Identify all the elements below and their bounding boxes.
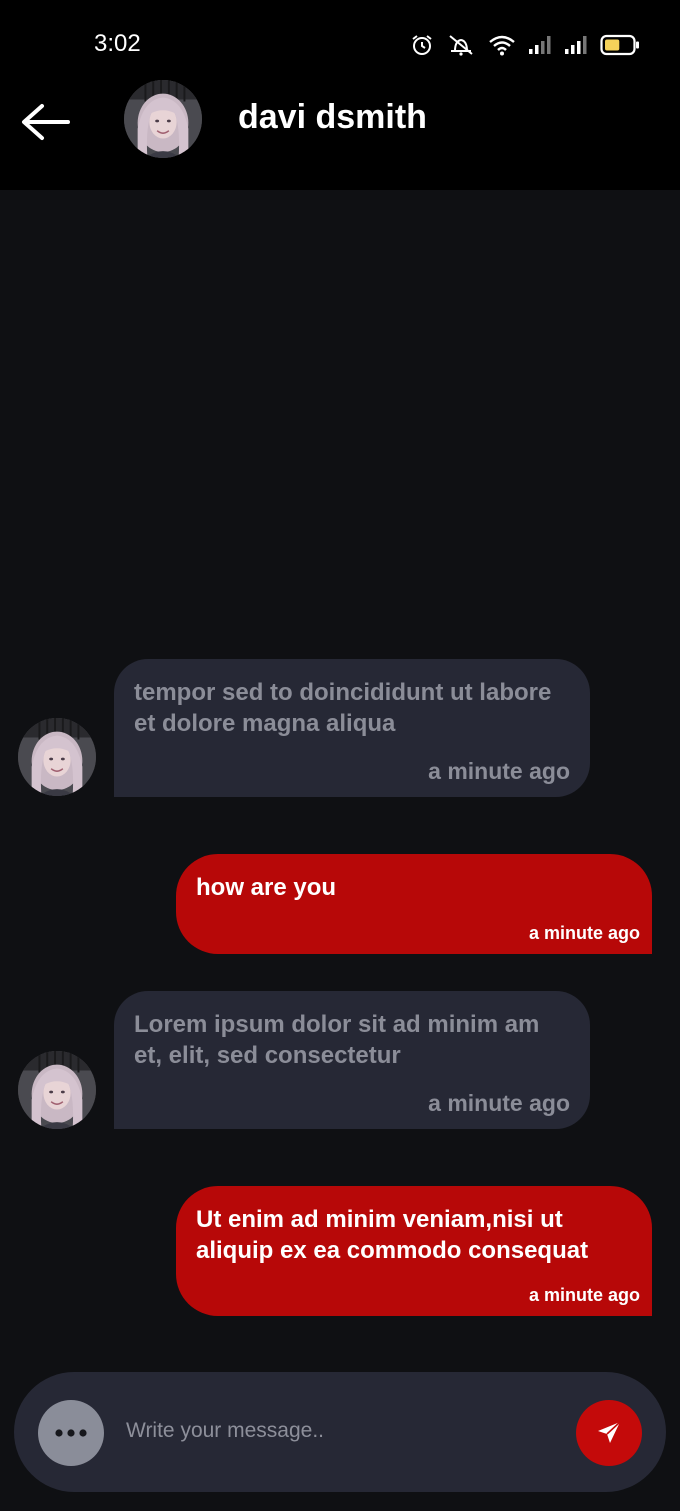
battery-icon bbox=[600, 34, 639, 56]
status-icons bbox=[410, 30, 640, 60]
message-text: Ut enim ad minim veniam,nisi ut aliquip … bbox=[196, 1206, 589, 1264]
signal-icon bbox=[529, 36, 551, 54]
back-button[interactable] bbox=[18, 96, 74, 144]
message-text: Lorem ipsum dolor sit ad minim am et, el… bbox=[134, 1011, 540, 1069]
message-bubble-incoming[interactable]: tempor sed to doincididunt ut labore et … bbox=[114, 659, 590, 797]
arrow-left-icon bbox=[22, 104, 70, 140]
message-bubble-incoming[interactable]: Lorem ipsum dolor sit ad minim am et, el… bbox=[114, 991, 590, 1129]
send-button[interactable] bbox=[576, 1400, 642, 1466]
message-bubble-outgoing[interactable]: Ut enim ad minim veniam,nisi ut aliquip … bbox=[176, 1186, 652, 1316]
message-time: a minute ago bbox=[528, 1285, 640, 1305]
message-text: tempor sed to doincididunt ut labore et … bbox=[134, 679, 552, 737]
chat-header: davi dsmith bbox=[0, 80, 680, 190]
sender-avatar[interactable] bbox=[18, 718, 96, 796]
message-text: how are you bbox=[196, 874, 337, 901]
message-composer bbox=[14, 1372, 666, 1492]
message-bubble-outgoing[interactable]: how are you a minute ago bbox=[176, 854, 652, 954]
message-time: a minute ago bbox=[428, 1090, 570, 1116]
message-time: a minute ago bbox=[528, 923, 640, 943]
status-time: 3:02 bbox=[94, 30, 141, 57]
contact-name[interactable]: davi dsmith bbox=[238, 98, 427, 137]
mute-icon bbox=[449, 35, 473, 56]
message-time: a minute ago bbox=[428, 758, 570, 784]
send-icon bbox=[598, 1421, 621, 1443]
sender-avatar[interactable] bbox=[18, 1051, 96, 1129]
chat-screen: 3:02 davi dsmith tempor sed to doincidid… bbox=[0, 0, 680, 1511]
contact-avatar[interactable] bbox=[124, 80, 202, 158]
alarm-icon bbox=[412, 35, 432, 55]
message-input[interactable] bbox=[126, 1406, 556, 1456]
status-bar: 3:02 bbox=[0, 0, 680, 92]
more-options-button[interactable] bbox=[38, 1400, 104, 1466]
signal-icon bbox=[565, 36, 587, 54]
wifi-icon bbox=[489, 35, 515, 56]
more-horizontal-icon bbox=[55, 1429, 87, 1437]
